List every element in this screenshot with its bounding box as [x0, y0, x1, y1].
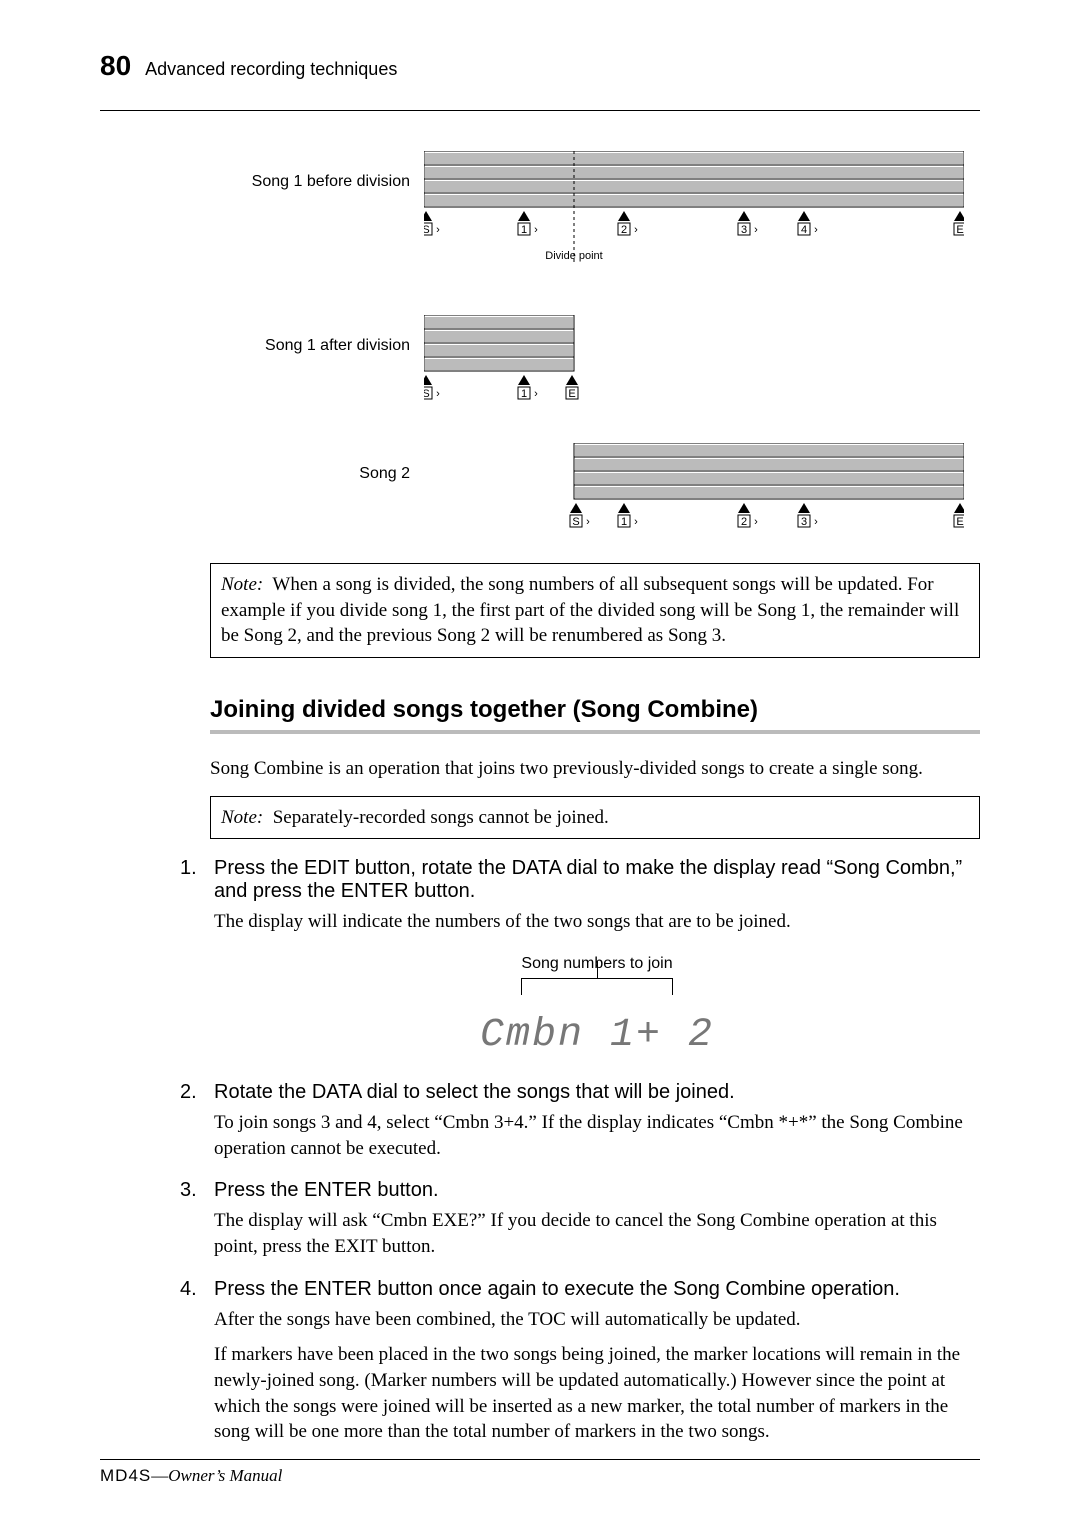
step-title: Rotate the DATA dial to select the songs…: [214, 1081, 980, 1104]
section-heading: Joining divided songs together (Song Com…: [210, 696, 980, 724]
svg-text:3: 3: [741, 224, 747, 236]
svg-text:4: 4: [801, 224, 807, 236]
step-body: To join songs 3 and 4, select “Cmbn 3+4.…: [214, 1110, 980, 1161]
svg-text:›: ›: [754, 224, 758, 236]
svg-text:1: 1: [521, 224, 527, 236]
svg-text:›: ›: [586, 516, 590, 528]
svg-text:›: ›: [436, 224, 440, 236]
note-text: When a song is divided, the song numbers…: [221, 574, 959, 646]
lcd-text: Cmbn 1+ 2: [214, 1009, 980, 1063]
svg-text:E: E: [568, 388, 575, 400]
step-title: Press the ENTER button.: [214, 1179, 980, 1202]
step-body-text: After the songs have been combined, the …: [214, 1307, 980, 1333]
diagram-svg-after: S › 1 › E: [424, 315, 964, 407]
step-2: Rotate the DATA dial to select the songs…: [180, 1081, 980, 1161]
section-heading-rule: [210, 730, 980, 734]
svg-text:›: ›: [814, 516, 818, 528]
footer-dash: —: [151, 1466, 168, 1485]
lcd-display: Song numbers to join Cmbn 1+ 2: [214, 953, 980, 1063]
svg-text:›: ›: [534, 224, 538, 236]
diagram-row-after: Song 1 after division S › 1 › E: [230, 315, 980, 407]
svg-text:S: S: [424, 224, 430, 236]
step-title: Press the ENTER button once again to exe…: [214, 1278, 980, 1301]
page-number: 80: [100, 50, 131, 82]
svg-text:›: ›: [754, 516, 758, 528]
diagram-svg-song2: S › 1 › 2 › 3 › E: [424, 443, 964, 535]
diagram-label-before: Song 1 before division: [230, 151, 410, 191]
step-body: The display will ask “Cmbn EXE?” If you …: [214, 1208, 980, 1259]
step-title: Press the EDIT button, rotate the DATA d…: [214, 857, 980, 903]
step-3: Press the ENTER button. The display will…: [180, 1179, 980, 1259]
page-footer: MD4S—Owner’s Manual: [100, 1459, 980, 1486]
step-body: The display will indicate the numbers of…: [214, 909, 980, 1063]
svg-text:E: E: [956, 224, 963, 236]
svg-text:›: ›: [534, 388, 538, 400]
svg-text:S: S: [572, 516, 579, 528]
page: 80 Advanced recording techniques Song 1 …: [0, 0, 1080, 1528]
step-body-text: The display will ask “Cmbn EXE?” If you …: [214, 1208, 980, 1259]
svg-text:›: ›: [436, 388, 440, 400]
svg-text:2: 2: [621, 224, 627, 236]
svg-text:E: E: [956, 516, 963, 528]
diagram-label-song2: Song 2: [230, 443, 410, 483]
svg-text:1: 1: [521, 388, 527, 400]
diagram-label-after: Song 1 after division: [230, 315, 410, 355]
footer-owner: Owner’s Manual: [168, 1466, 282, 1485]
step-1: Press the EDIT button, rotate the DATA d…: [180, 857, 980, 1063]
note-combine: Note: Separately-recorded songs cannot b…: [210, 796, 980, 840]
step-body-text: To join songs 3 and 4, select “Cmbn 3+4.…: [214, 1110, 980, 1161]
footer-model: MD4S: [100, 1466, 151, 1485]
svg-text:S: S: [424, 388, 430, 400]
step-body-text: The display will indicate the numbers of…: [214, 909, 980, 935]
diagram-row-song2: Song 2 S ›: [230, 443, 980, 535]
chapter-title: Advanced recording techniques: [145, 59, 397, 80]
step-4: Press the ENTER button once again to exe…: [180, 1278, 980, 1445]
note-divide: Note: When a song is divided, the song n…: [210, 563, 980, 658]
intro-text: Song Combine is an operation that joins …: [210, 756, 980, 782]
svg-text:›: ›: [634, 224, 638, 236]
svg-text:1: 1: [621, 516, 627, 528]
step-body: After the songs have been combined, the …: [214, 1307, 980, 1445]
svg-text:3: 3: [801, 516, 807, 528]
diagram-svg-before: S › 1 › 2 › 3 › 4 › E Divide point: [424, 151, 964, 279]
diagram-row-before: Song 1 before division: [230, 151, 980, 279]
note-label: Note:: [221, 574, 263, 595]
step-body-text: If markers have been placed in the two s…: [214, 1342, 980, 1445]
divide-diagram: Song 1 before division: [230, 151, 980, 535]
note-label: Note:: [221, 807, 263, 828]
header-rule: [100, 110, 980, 111]
steps-list: Press the EDIT button, rotate the DATA d…: [180, 857, 980, 1445]
svg-text:2: 2: [741, 516, 747, 528]
svg-text:›: ›: [634, 516, 638, 528]
note-text: Separately-recorded songs cannot be join…: [273, 807, 609, 828]
lcd-bracket: [521, 978, 673, 995]
divide-point-label: Divide point: [545, 250, 602, 262]
page-header: 80 Advanced recording techniques: [100, 50, 980, 82]
svg-text:›: ›: [814, 224, 818, 236]
